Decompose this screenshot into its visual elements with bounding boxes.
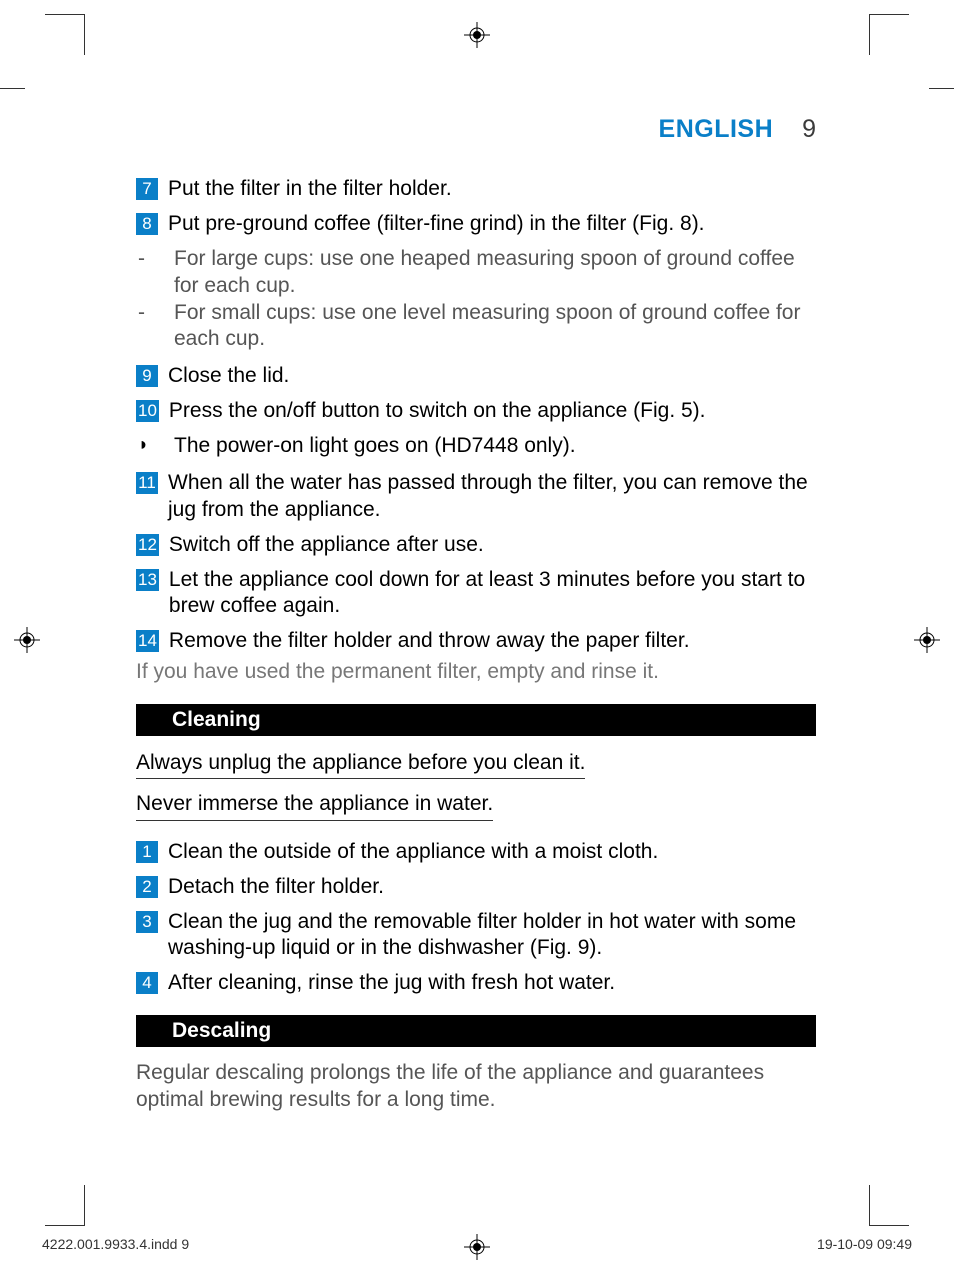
crop-tick xyxy=(0,88,25,89)
footer-date: 19-10-09 09:49 xyxy=(817,1236,912,1252)
step: 4 After cleaning, rinse the jug with fres… xyxy=(136,970,816,997)
step-text: Detach the filter holder. xyxy=(168,874,816,901)
step-number: 10 xyxy=(136,400,159,422)
cleaning-warning-1: Always unplug the appliance before you c… xyxy=(136,748,585,779)
step-number: 13 xyxy=(136,569,159,591)
result-note-text: The power-on light goes on (HD7448 only)… xyxy=(174,433,816,460)
step-text: Close the lid. xyxy=(168,363,816,390)
registration-mark-icon xyxy=(14,627,40,653)
sublist-text: For small cups: use one level measuring … xyxy=(174,300,816,354)
step-number: 1 xyxy=(136,841,158,863)
step-number: 3 xyxy=(136,911,158,933)
sublist-text: For large cups: use one heaped measuring… xyxy=(174,246,816,300)
page-header: ENGLISH 9 xyxy=(136,115,816,144)
step: 1 Clean the outside of the appliance with… xyxy=(136,839,816,866)
dash-icon: - xyxy=(136,246,174,300)
step-text: Remove the filter holder and throw away … xyxy=(169,628,816,655)
registration-mark-icon xyxy=(914,627,940,653)
step: 9 Close the lid. xyxy=(136,363,816,390)
arrow-icon: ◗ xyxy=(136,433,174,460)
step: 7 Put the filter in the filter holder. xyxy=(136,176,816,203)
step: 2 Detach the filter holder. xyxy=(136,874,816,901)
section-heading-cleaning: Cleaning xyxy=(136,704,816,736)
step-number: 9 xyxy=(136,365,158,387)
step: 3 Clean the jug and the removable filter … xyxy=(136,909,816,963)
step-8-sublist: -For large cups: use one heaped measurin… xyxy=(136,246,816,354)
cleaning-warning-2: Never immerse the appliance in water. xyxy=(136,789,493,820)
step: 10 Press the on/off button to switch on t… xyxy=(136,398,816,425)
step-text: After cleaning, rinse the jug with fresh… xyxy=(168,970,816,997)
step: 12 Switch off the appliance after use. xyxy=(136,532,816,559)
crop-tick xyxy=(929,88,954,89)
step-text: Put the filter in the filter holder. xyxy=(168,176,816,203)
crop-mark xyxy=(84,15,97,55)
footer-file: 4222.001.9933.4.indd 9 xyxy=(42,1236,189,1252)
step-number: 8 xyxy=(136,213,158,235)
result-note: ◗ The power-on light goes on (HD7448 onl… xyxy=(136,433,816,460)
step: 14 Remove the filter holder and throw awa… xyxy=(136,628,816,655)
descaling-text: Regular descaling prolongs the life of t… xyxy=(136,1059,816,1114)
note-after-step-14: If you have used the permanent filter, e… xyxy=(136,659,816,686)
step-text: Clean the jug and the removable filter h… xyxy=(168,909,816,963)
step: 13 Let the appliance cool down for at lea… xyxy=(136,567,816,621)
registration-mark-icon xyxy=(464,22,490,48)
step-number: 7 xyxy=(136,178,158,200)
sublist-item: -For large cups: use one heaped measurin… xyxy=(136,246,816,300)
crop-mark xyxy=(84,1185,97,1225)
step-text: Press the on/off button to switch on the… xyxy=(169,398,816,425)
page-content: ENGLISH 9 7 Put the filter in the filter … xyxy=(136,115,816,1114)
print-footer: 4222.001.9933.4.indd 9 19-10-09 09:49 xyxy=(42,1236,912,1252)
dash-icon: - xyxy=(136,300,174,354)
section-heading-descaling: Descaling xyxy=(136,1015,816,1047)
crop-mark xyxy=(857,15,870,55)
step-number: 11 xyxy=(136,472,158,494)
step-text: When all the water has passed through th… xyxy=(168,470,816,524)
step: 8 Put pre-ground coffee (filter-fine grin… xyxy=(136,211,816,238)
step-text: Switch off the appliance after use. xyxy=(169,532,816,559)
step: 11 When all the water has passed through … xyxy=(136,470,816,524)
language-label: ENGLISH xyxy=(659,115,774,143)
step-text: Put pre-ground coffee (filter-fine grind… xyxy=(168,211,816,238)
step-number: 12 xyxy=(136,534,159,556)
step-number: 14 xyxy=(136,630,159,652)
step-text: Clean the outside of the appliance with … xyxy=(168,839,816,866)
sublist-item: -For small cups: use one level measuring… xyxy=(136,300,816,354)
step-text: Let the appliance cool down for at least… xyxy=(169,567,816,621)
step-number: 2 xyxy=(136,876,158,898)
crop-mark xyxy=(857,1185,870,1225)
page-number: 9 xyxy=(802,115,816,143)
step-number: 4 xyxy=(136,972,158,994)
